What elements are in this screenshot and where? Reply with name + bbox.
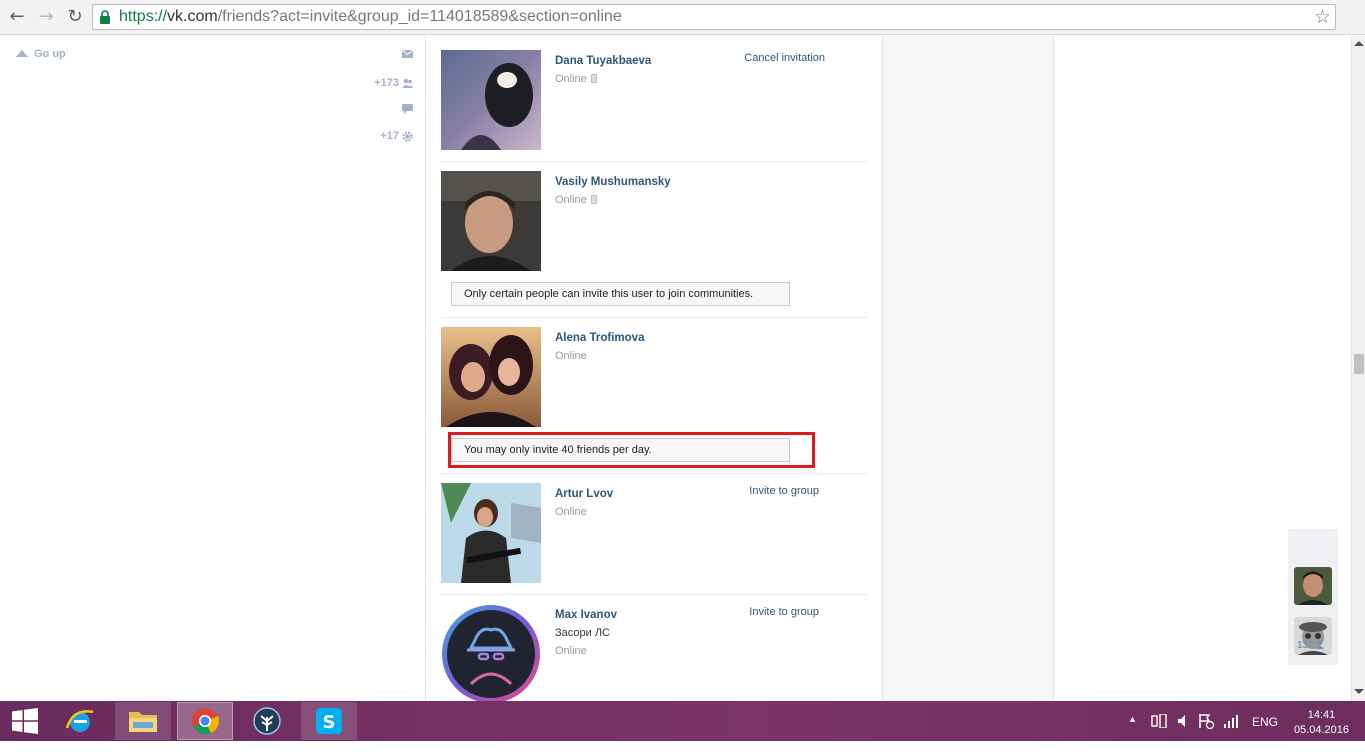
skype-icon: S: [316, 708, 342, 734]
internet-explorer-icon: [65, 710, 94, 732]
tray-device-icon[interactable]: [1151, 713, 1167, 754]
notice-message: Only certain people can invite this user…: [451, 282, 790, 306]
forward-arrow-icon[interactable]: →: [35, 7, 57, 27]
skype-taskbar-item[interactable]: S: [301, 702, 357, 740]
notifications-count: +17: [380, 130, 399, 142]
friend-subtitle: Засори ЛС: [555, 627, 610, 639]
friend-name[interactable]: Alena Trofimova: [555, 332, 644, 344]
friends-icon: [402, 78, 413, 88]
mobile-phone-icon: [590, 195, 597, 204]
online-status: Online: [555, 645, 587, 657]
comments-shortcut[interactable]: [402, 104, 413, 114]
friends-list: Dana Tuyakbaeva Online Cancel invitation…: [425, 36, 883, 701]
invite-to-group-button[interactable]: Invite to group: [749, 485, 819, 497]
address-bar[interactable]: https://vk.com/friends?act=invite&group_…: [92, 4, 1336, 30]
file-explorer-taskbar-item[interactable]: [115, 702, 171, 740]
taskbar: S ▲ ENG 14:41 05.04.2016: [0, 701, 1365, 741]
clock-time: 14:41: [1307, 709, 1336, 721]
friend-name[interactable]: Max Ivanov: [555, 609, 617, 621]
envelope-icon: [402, 50, 413, 58]
action-center-flag-icon[interactable]: [1198, 713, 1215, 753]
right-column: [883, 36, 1054, 701]
page: Go up +173 +17 Dana Tuyakbaeva Online Ca…: [0, 36, 1351, 701]
list-item: Alena Trofimova Online You may only invi…: [441, 327, 867, 474]
go-up-label: Go up: [34, 48, 66, 60]
input-language[interactable]: ENG: [1252, 715, 1278, 755]
online-status: Online: [555, 194, 597, 206]
back-arrow-icon[interactable]: ←: [6, 7, 28, 27]
chrome-icon: [192, 708, 219, 735]
avatar[interactable]: [441, 327, 541, 427]
mobile-phone-icon: [590, 74, 597, 83]
app-taskbar-item[interactable]: [239, 702, 295, 740]
list-item: Vasily Mushumansky Online Only certain p…: [441, 171, 867, 318]
chrome-taskbar-item[interactable]: [177, 702, 233, 740]
chat-rail: 137: [1288, 529, 1338, 665]
list-item: Artur Lvov Online Invite to group: [441, 483, 867, 595]
notice-message: You may only invite 40 friends per day.: [451, 438, 790, 462]
avatar[interactable]: [441, 171, 541, 271]
gear-icon: [402, 130, 413, 142]
bookmark-star-icon[interactable]: ☆: [1314, 6, 1331, 28]
url-scheme: https://: [119, 8, 168, 25]
invite-to-group-button[interactable]: Invite to group: [749, 606, 819, 618]
online-friends-count[interactable]: 137: [1297, 640, 1325, 651]
speaker-icon[interactable]: [1177, 714, 1189, 754]
comment-icon: [402, 104, 413, 114]
avatar[interactable]: [441, 50, 541, 150]
list-item: Dana Tuyakbaeva Online Cancel invitation: [441, 50, 867, 162]
left-sidebar: Go up +173 +17: [0, 36, 425, 701]
lock-icon: [100, 10, 110, 24]
clock-date: 05.04.2016: [1293, 724, 1349, 736]
friends-count: +173: [374, 77, 399, 89]
reload-icon[interactable]: ↻: [64, 7, 86, 27]
online-status: Online: [555, 506, 587, 518]
svg-text:S: S: [323, 712, 336, 733]
online-status-label: Online: [555, 194, 587, 206]
start-button[interactable]: [0, 702, 50, 740]
up-triangle-icon: [16, 50, 28, 57]
scroll-up-arrow-icon[interactable]: [1354, 41, 1364, 46]
online-status: Online: [555, 73, 597, 85]
internet-explorer-taskbar-item[interactable]: [52, 702, 108, 740]
avatar[interactable]: [441, 604, 541, 701]
friend-name[interactable]: Dana Tuyakbaeva: [555, 55, 651, 67]
cancel-invitation-button[interactable]: Cancel invitation: [744, 52, 825, 64]
list-item: Max Ivanov Засори ЛС Online Invite to gr…: [441, 604, 867, 701]
friend-name[interactable]: Artur Lvov: [555, 488, 613, 500]
scrollbar-thumb[interactable]: [1354, 354, 1364, 374]
online-status: Online: [555, 350, 587, 362]
tree-app-icon: [253, 707, 281, 735]
messages-shortcut[interactable]: [402, 50, 413, 58]
folder-icon: [129, 712, 157, 732]
show-hidden-icons-arrow[interactable]: ▲: [1128, 714, 1137, 754]
online-status-label: Online: [555, 73, 587, 85]
browser-toolbar: ← → ↻ https://vk.com/friends?act=invite&…: [0, 0, 1365, 35]
user-icon: [1316, 640, 1325, 649]
windows-logo-icon: [12, 708, 38, 734]
url-path: /friends?act=invite&group_id=114018589&s…: [217, 8, 622, 25]
chat-avatar[interactable]: [1294, 567, 1332, 605]
go-up-link[interactable]: Go up: [16, 48, 66, 60]
url-text[interactable]: https://vk.com/friends?act=invite&group_…: [119, 8, 622, 26]
vertical-scrollbar[interactable]: [1351, 36, 1365, 701]
notifications-shortcut[interactable]: +17: [380, 130, 413, 142]
scroll-down-arrow-icon[interactable]: [1354, 689, 1364, 694]
avatar[interactable]: [441, 483, 541, 583]
system-clock[interactable]: 14:41 05.04.2016: [1294, 708, 1349, 738]
friends-shortcut[interactable]: +173: [374, 77, 413, 89]
signal-strength-icon[interactable]: [1223, 714, 1239, 754]
friend-name[interactable]: Vasily Mushumansky: [555, 176, 671, 188]
url-host: vk.com: [167, 8, 218, 25]
online-count-label: 137: [1297, 640, 1314, 651]
